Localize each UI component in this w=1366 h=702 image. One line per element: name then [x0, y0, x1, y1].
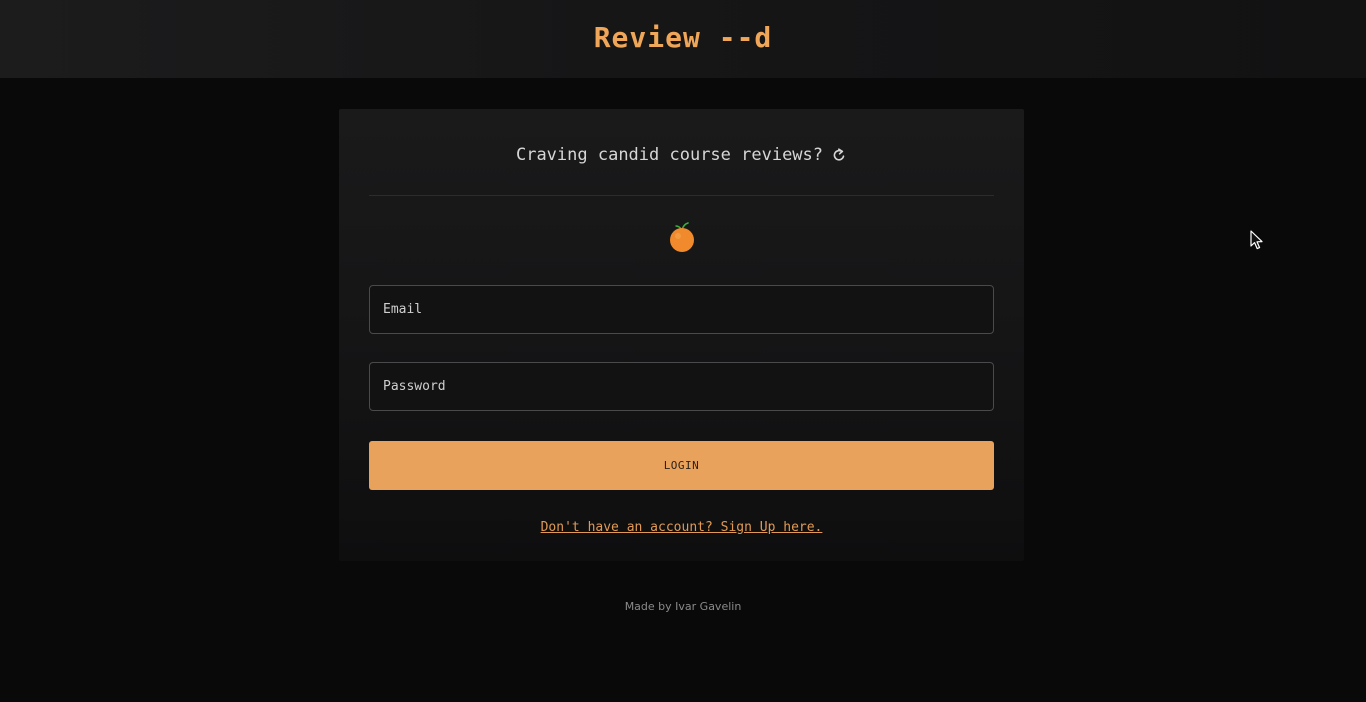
footer-credit: Made by Ivar Gavelin	[624, 600, 742, 613]
orange-icon	[668, 220, 696, 254]
tagline-row: Craving candid course reviews?	[339, 143, 1024, 167]
app-logo: Review --d	[593, 20, 773, 54]
mouse-cursor-icon	[1250, 230, 1264, 250]
refresh-icon[interactable]	[831, 147, 847, 163]
login-button[interactable]: LOGIN	[369, 441, 994, 490]
login-card: Craving candid course reviews? LOGIN Don…	[339, 109, 1024, 561]
divider	[369, 195, 994, 196]
tagline: Craving candid course reviews?	[515, 145, 824, 165]
password-field[interactable]	[369, 362, 994, 411]
app-header: Review --d	[0, 0, 1366, 78]
signup-link[interactable]: Don't have an account? Sign Up here.	[339, 520, 1024, 535]
email-field[interactable]	[369, 285, 994, 334]
